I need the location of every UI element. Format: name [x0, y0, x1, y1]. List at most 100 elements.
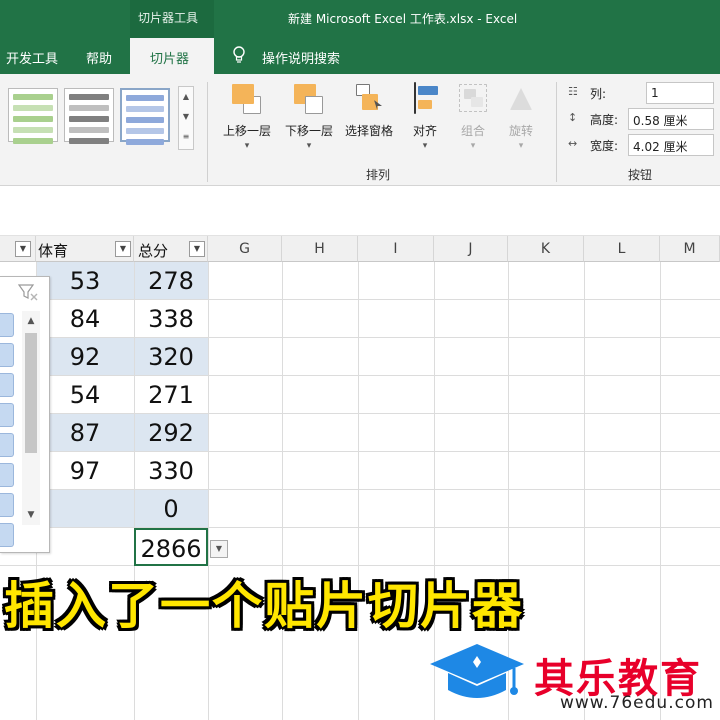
scrollbar-thumb[interactable]	[25, 333, 37, 453]
scroll-up-icon[interactable]: ▲	[179, 87, 193, 107]
tab-developer[interactable]: 开发工具	[6, 48, 58, 67]
column-header-j[interactable]: J	[434, 236, 508, 262]
height-input[interactable]: 0.58 厘米	[628, 108, 714, 130]
buttons-group-label: 按钮	[628, 168, 653, 182]
header-total: 总分	[138, 242, 169, 260]
cell-total[interactable]: 338	[134, 300, 208, 338]
selection-pane-button[interactable]: 选择窗格	[340, 82, 398, 162]
chevron-down-icon: ▾	[422, 141, 428, 151]
cell-total[interactable]: 320	[134, 338, 208, 376]
cell-total[interactable]: 271	[134, 376, 208, 414]
rotate-button: 旋转 ▾	[500, 82, 542, 162]
cell-sports[interactable]: 97	[36, 452, 134, 490]
filter-dropdown-button[interactable]: ▼	[189, 241, 205, 257]
slicer-item[interactable]	[0, 493, 14, 517]
bring-forward-label: 上移一层	[222, 124, 271, 138]
column-header-i[interactable]: I	[358, 236, 434, 262]
context-tab-group-label: 切片器工具	[138, 11, 199, 25]
slicer-tools-context: 切片器工具	[130, 0, 214, 38]
height-label: 高度:	[590, 113, 619, 127]
slicer-scrollbar[interactable]: ▲ ▼	[22, 311, 40, 525]
scroll-up-icon[interactable]: ▲	[22, 313, 40, 329]
cell-sports[interactable]: 53	[36, 262, 134, 300]
rotate-icon	[504, 82, 538, 114]
arrange-group-label: 排列	[366, 168, 391, 182]
tab-slicer-label: 切片器	[150, 52, 190, 67]
slicer-item[interactable]	[0, 523, 14, 547]
column-header-k[interactable]: K	[508, 236, 584, 262]
column-header-m[interactable]: M	[660, 236, 720, 262]
columns-icon: ☷	[568, 85, 578, 98]
slicer-styles-gallery: ▲ ▼ ≡	[0, 86, 196, 150]
height-spinner[interactable]: ▲▼	[716, 108, 720, 130]
cell-total[interactable]: 330	[134, 452, 208, 490]
send-backward-icon	[292, 82, 326, 114]
graduation-cap-logo	[430, 644, 524, 698]
bring-forward-button[interactable]: 上移一层 ▾	[216, 82, 278, 162]
columns-spinner[interactable]: ▲▼	[716, 82, 720, 104]
video-caption: 插入了一个贴片切片器	[4, 577, 524, 635]
chevron-down-icon: ▾	[518, 141, 524, 151]
divider	[556, 82, 557, 182]
scroll-down-icon[interactable]: ▼	[22, 507, 40, 523]
slicer-panel[interactable]: ▲ ▼	[0, 276, 50, 553]
group-label: 组合	[460, 124, 485, 138]
cell-sports[interactable]: 87	[36, 414, 134, 452]
cell-total[interactable]: 292	[134, 414, 208, 452]
selection-pane-icon	[352, 82, 386, 114]
width-spinner[interactable]: ▲▼	[716, 134, 720, 156]
send-backward-label: 下移一层	[284, 124, 333, 138]
cell-total[interactable]: 0	[134, 490, 208, 528]
tab-slicer[interactable]: 切片器	[130, 38, 214, 76]
scroll-down-icon[interactable]: ▼	[179, 107, 193, 127]
cell-sports[interactable]: 54	[36, 376, 134, 414]
chevron-down-icon: ▾	[306, 141, 312, 151]
grand-total-cell[interactable]: 2866	[134, 528, 208, 566]
brand-url: www.76edu.com	[560, 693, 714, 713]
send-backward-button[interactable]: 下移一层 ▾	[278, 82, 340, 162]
gallery-more-icon[interactable]: ≡	[179, 127, 193, 147]
align-label: 对齐	[412, 124, 437, 138]
chevron-down-icon: ▾	[244, 141, 250, 151]
filter-dropdown-button[interactable]: ▼	[15, 241, 31, 257]
cell-sports[interactable]: 92	[36, 338, 134, 376]
grid-line	[282, 262, 283, 720]
bring-forward-icon	[230, 82, 264, 114]
chevron-down-icon: ▾	[470, 141, 476, 151]
columns-input[interactable]: 1	[646, 82, 714, 104]
lightbulb-icon	[233, 46, 245, 63]
cell-sports[interactable]	[36, 490, 134, 528]
tab-help[interactable]: 帮助	[86, 48, 112, 67]
header-sports: 体育	[38, 242, 69, 260]
divider	[207, 82, 208, 182]
ribbon: ▲ ▼ ≡ 上移一层 ▾ 下移一层 ▾ 选择窗格 对齐 ▾ 组合 ▾ 旋转 ▾ …	[0, 74, 720, 186]
gallery-scroll[interactable]: ▲ ▼ ≡	[178, 86, 194, 150]
total-row-dropdown[interactable]: ▼	[210, 540, 228, 558]
selection-pane-label: 选择窗格	[344, 124, 393, 138]
slicer-item[interactable]	[0, 313, 14, 337]
columns-label: 列:	[590, 87, 607, 101]
group-icon	[456, 82, 490, 114]
slicer-style-blue[interactable]	[120, 88, 170, 145]
tell-me-search[interactable]: 操作说明搜索	[262, 48, 340, 67]
formula-area	[0, 186, 720, 236]
clear-filter-icon[interactable]	[18, 283, 38, 301]
filter-dropdown-button[interactable]: ▼	[115, 241, 131, 257]
cell-total[interactable]: 278	[134, 262, 208, 300]
align-button[interactable]: 对齐 ▾	[404, 82, 446, 162]
title-bar: 切片器工具 新建 Microsoft Excel 工作表.xlsx - Exce…	[0, 0, 720, 38]
slicer-style-green[interactable]	[8, 88, 58, 144]
slicer-style-gray[interactable]	[64, 88, 114, 144]
slicer-item[interactable]	[0, 463, 14, 487]
cell-sports[interactable]: 84	[36, 300, 134, 338]
slicer-item[interactable]	[0, 433, 14, 457]
slicer-item[interactable]	[0, 373, 14, 397]
column-header-h[interactable]: H	[282, 236, 358, 262]
slicer-item[interactable]	[0, 403, 14, 427]
width-input[interactable]: 4.02 厘米	[628, 134, 714, 156]
ribbon-tabs: 开发工具 帮助 操作说明搜索	[0, 38, 720, 74]
slicer-item[interactable]	[0, 343, 14, 367]
group-button: 组合 ▾	[452, 82, 494, 162]
column-header-l[interactable]: L	[584, 236, 660, 262]
column-header-g[interactable]: G	[208, 236, 282, 262]
